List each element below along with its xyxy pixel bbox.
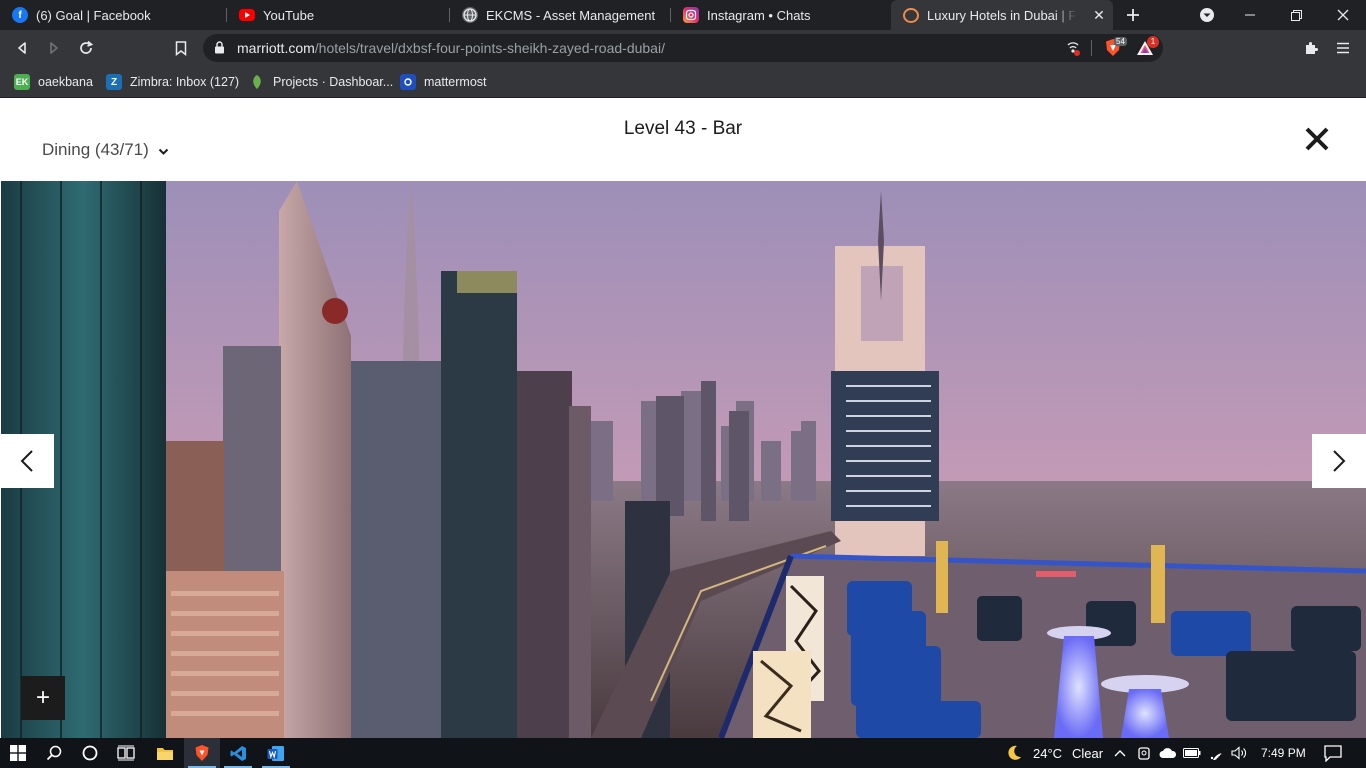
task-view-icon[interactable] — [108, 738, 144, 768]
bookmark-label: Projects · Dashboar... — [273, 75, 394, 89]
extensions-icon[interactable] — [1299, 36, 1323, 60]
instagram-icon — [683, 7, 699, 23]
bookmark-mattermost[interactable]: mattermost — [400, 72, 487, 92]
marriott-icon — [903, 7, 919, 23]
chevron-right-icon — [1333, 450, 1346, 472]
new-tab-button[interactable] — [1121, 3, 1145, 27]
previous-photo-button[interactable] — [0, 434, 54, 488]
bookmark-zimbra[interactable]: Z Zimbra: Inbox (127) — [106, 72, 239, 92]
cast-icon[interactable] — [1065, 40, 1081, 61]
category-label: Dining (43/71) — [42, 140, 149, 159]
url-text: marriott.com/hotels/travel/dxbsf-four-po… — [237, 40, 665, 56]
tab-search-icon[interactable] — [1195, 3, 1219, 27]
meet-now-icon[interactable] — [1135, 738, 1153, 768]
bookmark-label: oaekbana — [38, 75, 93, 89]
file-explorer-icon[interactable] — [147, 738, 183, 768]
bookmarks-bar: EK oaekbana Z Zimbra: Inbox (127) Projec… — [0, 66, 1366, 98]
chevron-down-icon — [158, 141, 169, 161]
address-bar[interactable]: marriott.com/hotels/travel/dxbsf-four-po… — [203, 34, 1163, 62]
tab-ekcms[interactable]: EKCMS - Asset Management — [450, 0, 670, 30]
mattermost-icon — [400, 74, 416, 90]
bookmark-label: Zimbra: Inbox (127) — [130, 75, 240, 89]
rewards-count-badge: 1 — [1147, 36, 1159, 48]
tab-title: Instagram • Chats — [707, 7, 811, 23]
youtube-icon — [239, 9, 255, 21]
windows-taskbar: 24°C Clear 7:49 PM — [0, 738, 1366, 768]
globe-icon — [462, 7, 478, 23]
tab-marriott-active[interactable]: Luxury Hotels in Dubai | Four Points ✕ — [891, 0, 1113, 30]
search-icon[interactable] — [36, 738, 72, 768]
chevron-left-icon — [20, 450, 33, 472]
tab-youtube[interactable]: YouTube — [227, 0, 449, 30]
back-icon[interactable] — [10, 36, 34, 60]
tab-title: YouTube — [263, 7, 315, 23]
minimize-icon[interactable] — [1227, 0, 1273, 30]
projects-leaf-icon — [249, 74, 265, 90]
zoom-in-button[interactable]: + — [21, 676, 65, 720]
menu-icon[interactable] — [1331, 36, 1355, 60]
moon-weather-icon[interactable] — [1003, 738, 1025, 768]
ek-logo-icon: EK — [14, 74, 30, 90]
photo-title: Level 43 - Bar — [623, 118, 743, 139]
clock[interactable]: 7:49 PM — [1261, 738, 1306, 768]
onedrive-icon[interactable] — [1158, 738, 1178, 768]
lock-icon — [214, 41, 225, 59]
reload-icon[interactable] — [74, 36, 98, 60]
wifi-icon[interactable] — [1208, 738, 1226, 768]
bookmark-icon[interactable] — [169, 36, 193, 60]
close-window-icon[interactable] — [1320, 0, 1366, 30]
start-windows-icon[interactable] — [0, 738, 36, 768]
bookmark-projects[interactable]: Projects · Dashboar... — [249, 72, 393, 92]
bookmark-oaekbana[interactable]: EK oaekbana — [14, 72, 93, 92]
show-hidden-icons-icon[interactable] — [1112, 738, 1128, 768]
tab-title: EKCMS - Asset Management — [486, 7, 656, 23]
close-tab-icon[interactable]: ✕ — [1091, 7, 1107, 23]
tab-instagram[interactable]: Instagram • Chats — [671, 0, 891, 30]
vscode-icon[interactable] — [220, 738, 256, 768]
restore-icon[interactable] — [1273, 0, 1319, 30]
tab-title: (6) Goal | Facebook — [36, 7, 151, 23]
cortana-icon[interactable] — [72, 738, 108, 768]
gallery-photo — [1, 181, 1366, 738]
tab-facebook[interactable]: f (6) Goal | Facebook — [0, 0, 226, 30]
tab-title: Luxury Hotels in Dubai | Four Points — [927, 7, 1077, 23]
close-gallery-icon[interactable] — [1303, 125, 1331, 153]
notifications-icon[interactable] — [1322, 738, 1344, 768]
gallery-header: Level 43 - Bar Dining (43/71) — [0, 99, 1366, 181]
next-photo-button[interactable] — [1312, 434, 1366, 488]
zimbra-icon: Z — [106, 74, 122, 90]
shield-count-badge: 54 — [1114, 37, 1127, 46]
brave-browser-icon[interactable] — [184, 738, 220, 768]
bookmark-label: mattermost — [424, 75, 487, 89]
word-icon[interactable] — [258, 738, 294, 768]
browser-tab-strip: f (6) Goal | Facebook YouTube EKCMS - As… — [0, 0, 1366, 30]
facebook-icon: f — [12, 7, 28, 23]
temperature[interactable]: 24°C — [1033, 738, 1062, 768]
volume-icon[interactable] — [1230, 738, 1248, 768]
forward-icon[interactable] — [42, 36, 66, 60]
battery-icon[interactable] — [1183, 738, 1201, 768]
browser-toolbar: marriott.com/hotels/travel/dxbsf-four-po… — [0, 30, 1366, 66]
weather-condition[interactable]: Clear — [1072, 738, 1103, 768]
category-dropdown[interactable]: Dining (43/71) — [42, 139, 169, 161]
